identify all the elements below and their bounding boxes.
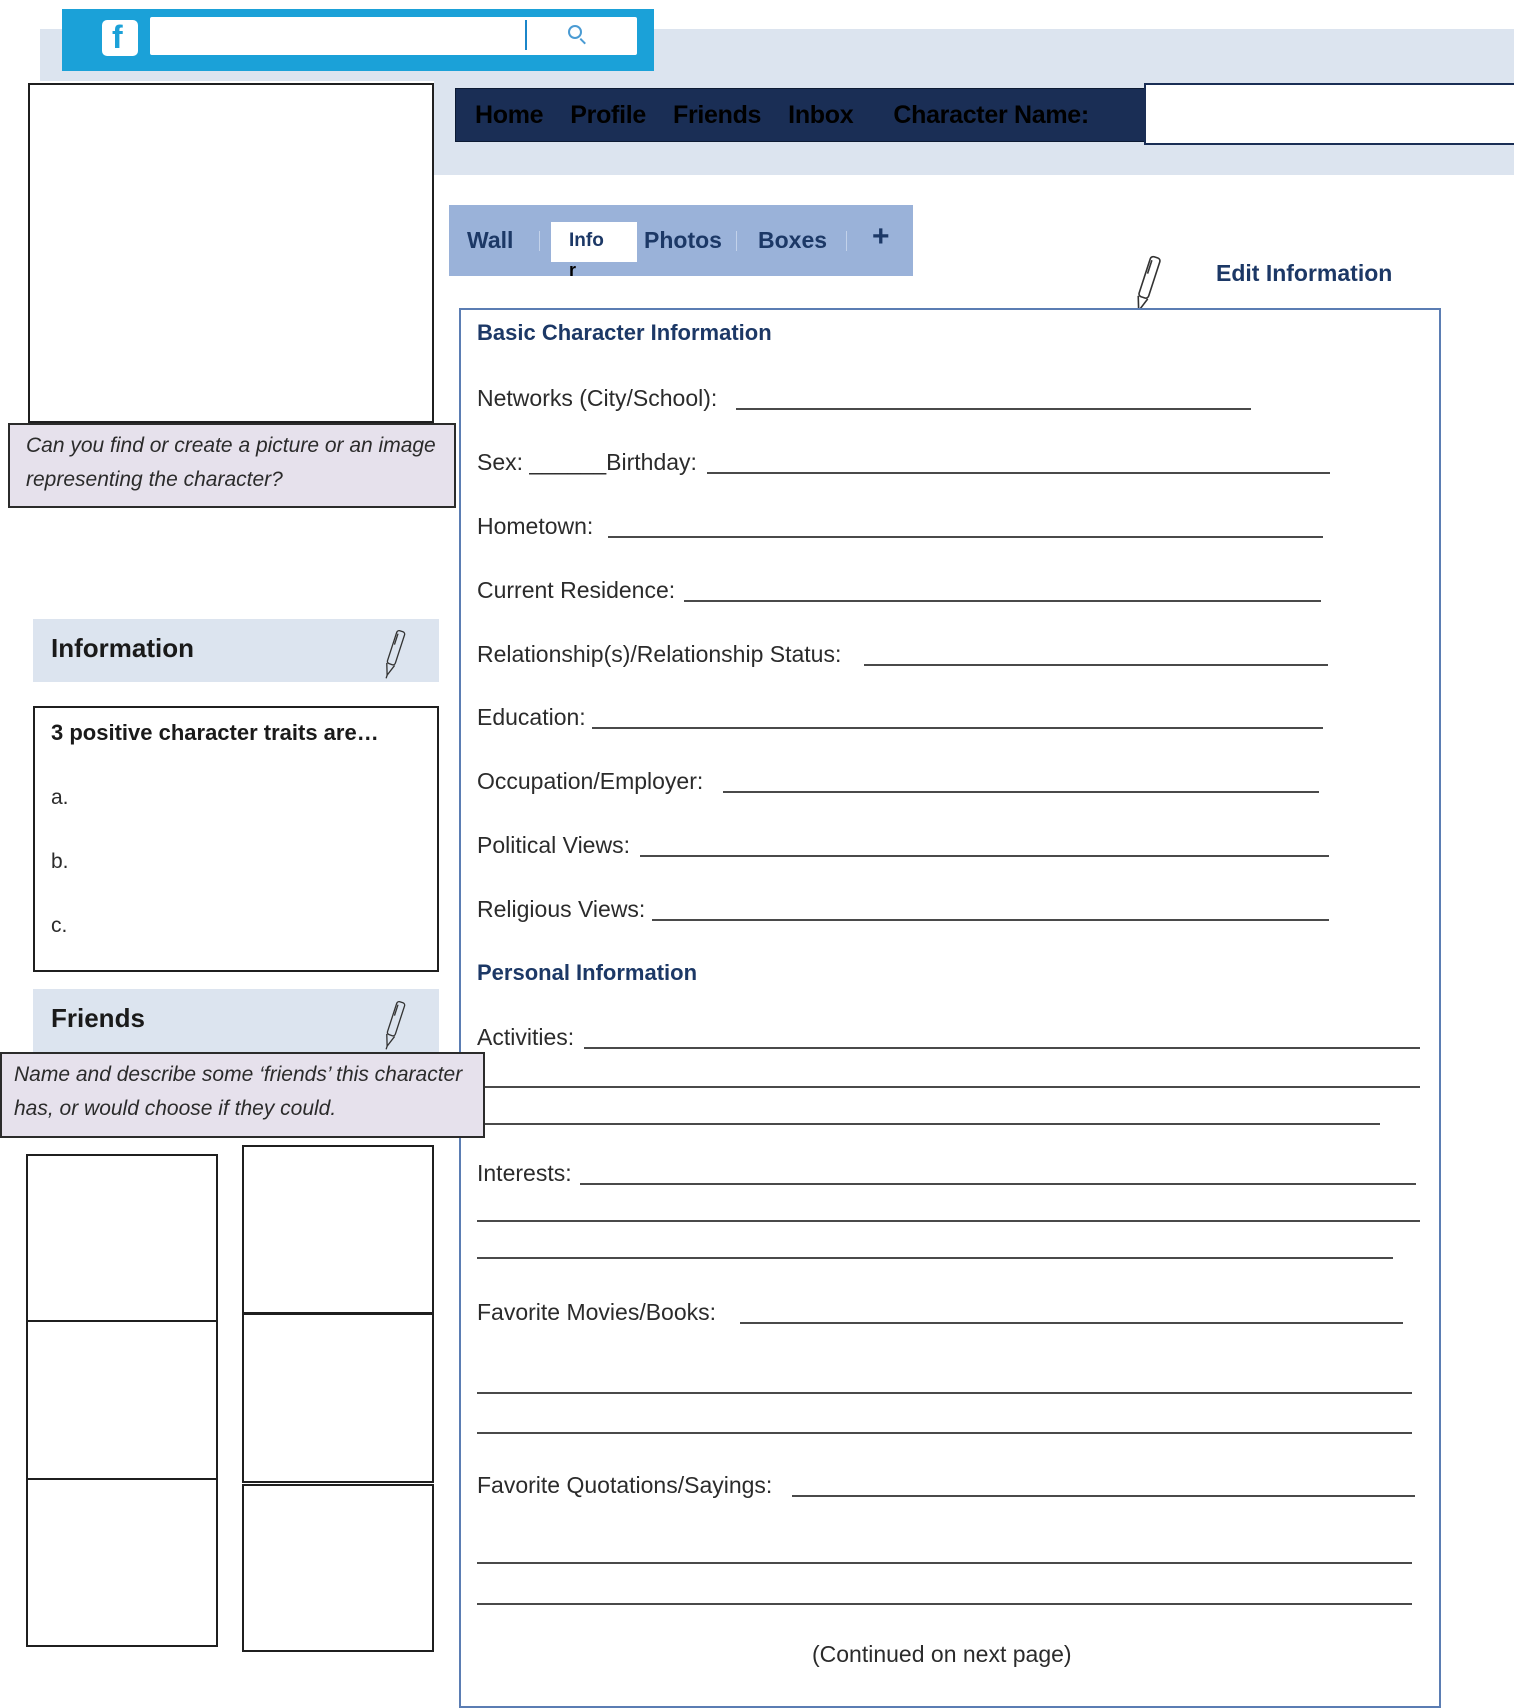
- occupation-field[interactable]: [723, 791, 1319, 793]
- information-header: Information: [33, 619, 439, 682]
- networks-field[interactable]: [736, 408, 1251, 410]
- friend-box-1[interactable]: [26, 1154, 218, 1322]
- hometown-label: Hometown:: [477, 513, 594, 539]
- nav-friends[interactable]: Friends: [673, 101, 762, 130]
- interests-field-2[interactable]: [477, 1220, 1420, 1222]
- traits-heading: 3 positive character traits are…: [51, 720, 379, 745]
- tab-wall[interactable]: Wall: [467, 227, 513, 254]
- personal-info-heading: Personal Information: [477, 960, 698, 985]
- quotations-field-1[interactable]: [792, 1495, 1415, 1497]
- sex-birthday-label: Sex: ______Birthday:: [477, 449, 697, 475]
- search-icon[interactable]: [568, 25, 582, 39]
- tab-info-label: Info: [569, 230, 604, 251]
- movies-books-field-3[interactable]: [477, 1432, 1412, 1434]
- birthday-field[interactable]: [707, 472, 1330, 474]
- activities-field-2[interactable]: [477, 1086, 1420, 1088]
- movies-books-label: Favorite Movies/Books:: [477, 1299, 717, 1325]
- tab-divider: [736, 231, 737, 251]
- profile-tabs: Wall Info r Photos Boxes +: [449, 205, 913, 280]
- trait-a: a.: [51, 786, 69, 809]
- profile-picture-box[interactable]: [28, 83, 434, 423]
- hometown-field[interactable]: [608, 536, 1323, 538]
- character-name-label: Character Name:: [893, 100, 1089, 129]
- activities-field-1[interactable]: [584, 1047, 1420, 1049]
- search-input[interactable]: [150, 17, 637, 55]
- trait-b: b.: [51, 850, 69, 873]
- quotations-label: Favorite Quotations/Sayings:: [477, 1472, 773, 1498]
- friend-box-2[interactable]: [26, 1320, 218, 1480]
- education-label: Education:: [477, 704, 586, 730]
- tab-divider: [539, 231, 540, 251]
- friends-header: Friends: [33, 989, 439, 1052]
- character-name-field[interactable]: [1144, 83, 1514, 145]
- interests-label: Interests:: [477, 1160, 572, 1186]
- tab-boxes[interactable]: Boxes: [758, 227, 827, 254]
- friends-note: Name and describe some ‘friends’ this ch…: [0, 1052, 485, 1138]
- traits-box[interactable]: 3 positive character traits are… a. b. c…: [33, 706, 439, 972]
- picture-note: Can you find or create a picture or an i…: [8, 423, 456, 508]
- quotations-field-2[interactable]: [477, 1562, 1412, 1564]
- relationship-field[interactable]: [864, 664, 1328, 666]
- residence-field[interactable]: [684, 600, 1321, 602]
- edit-information-link[interactable]: Edit Information: [1216, 260, 1392, 287]
- activities-label: Activities:: [477, 1024, 575, 1050]
- interests-field-3[interactable]: [477, 1257, 1393, 1259]
- networks-label: Networks (City/School):: [477, 385, 718, 411]
- movies-books-field-2[interactable]: [477, 1392, 1412, 1394]
- tab-info[interactable]: Info r: [551, 222, 637, 280]
- information-title: Information: [51, 633, 194, 663]
- facebook-logo-icon[interactable]: f: [102, 19, 138, 56]
- activities-field-3[interactable]: [477, 1123, 1380, 1125]
- nav-profile[interactable]: Profile: [570, 101, 646, 130]
- occupation-label: Occupation/Employer:: [477, 768, 704, 794]
- logo-letter: f: [112, 19, 123, 55]
- tab-divider: [846, 231, 847, 251]
- movies-books-field-1[interactable]: [740, 1322, 1403, 1324]
- basic-info-heading: Basic Character Information: [477, 320, 772, 345]
- education-field[interactable]: [592, 727, 1323, 729]
- political-field[interactable]: [640, 855, 1329, 857]
- religious-field[interactable]: [652, 919, 1329, 921]
- trait-c: c.: [51, 914, 68, 937]
- continued-note: (Continued on next page): [812, 1641, 1072, 1667]
- pen-icon[interactable]: [380, 626, 408, 682]
- religious-label: Religious Views:: [477, 896, 646, 922]
- friend-box-4[interactable]: [242, 1145, 434, 1314]
- interests-field-1[interactable]: [580, 1183, 1416, 1185]
- friend-box-3[interactable]: [26, 1478, 218, 1647]
- quotations-field-3[interactable]: [477, 1603, 1412, 1605]
- political-label: Political Views:: [477, 832, 630, 858]
- relationship-label: Relationship(s)/Relationship Status:: [477, 641, 842, 667]
- friends-title: Friends: [51, 1003, 145, 1033]
- nav-inbox[interactable]: Inbox: [788, 101, 853, 130]
- main-nav: Home Profile Friends Inbox Character Nam…: [455, 88, 1145, 142]
- friend-box-6[interactable]: [242, 1484, 434, 1652]
- residence-label: Current Residence:: [477, 577, 676, 603]
- nav-home[interactable]: Home: [475, 101, 544, 130]
- tab-info-overflow: r: [569, 260, 577, 280]
- friend-box-5[interactable]: [242, 1313, 434, 1483]
- pen-icon[interactable]: [380, 997, 408, 1053]
- tab-add[interactable]: +: [872, 220, 890, 254]
- text-caret: [525, 20, 527, 50]
- tab-photos[interactable]: Photos: [644, 227, 722, 254]
